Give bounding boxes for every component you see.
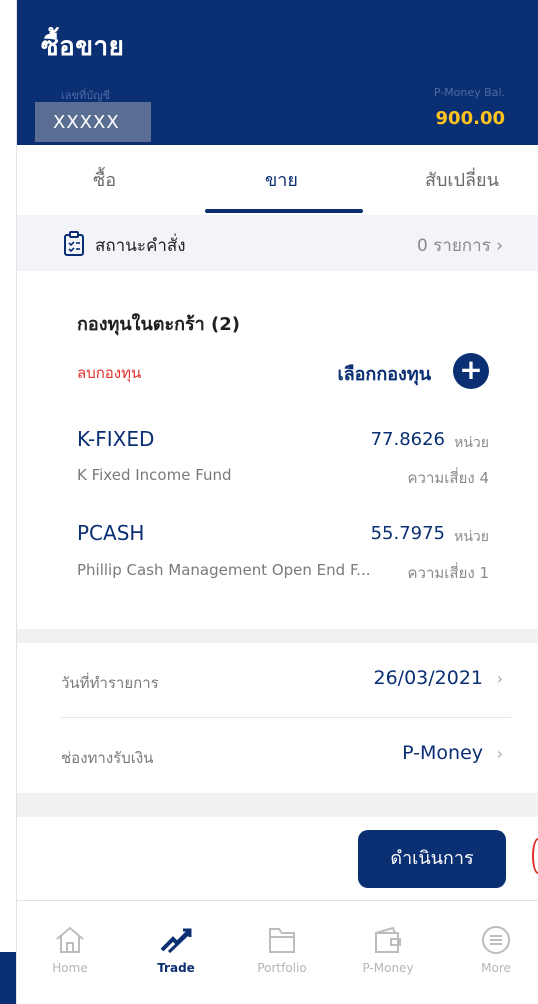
basket-title: กองทุนในตะกร้า (2)	[77, 314, 241, 335]
page-title: ซื้อขาย	[41, 32, 125, 62]
tabbar-label: Portfolio	[257, 961, 307, 975]
transaction-date-label: วันที่ทำรายการ	[61, 674, 159, 692]
bottom-tab-bar: Home Trade Portfolio P-Money More	[17, 900, 538, 1004]
fund-code[interactable]: PCASH	[77, 521, 144, 545]
trade-icon	[160, 928, 192, 954]
tabbar-item-pmoney[interactable]: P-Money	[353, 925, 423, 975]
section-divider	[17, 629, 538, 643]
folder-icon	[269, 928, 295, 953]
section-divider	[17, 793, 538, 817]
chevron-right-icon: ›	[496, 744, 503, 763]
fund-risk: ความเสี่ยง 4	[407, 469, 489, 487]
order-status-row[interactable]: สถานะคำสั่ง 0 รายการ ›	[17, 215, 538, 271]
payment-channel-label: ช่องทางรับเงิน	[61, 749, 154, 767]
trade-tabs: ซื้อ ขาย สับเปลี่ยน	[17, 145, 538, 215]
order-status-label: สถานะคำสั่ง	[95, 236, 186, 256]
proceed-button[interactable]: ดำเนินการ	[358, 830, 506, 888]
fund-units: 55.7975	[370, 523, 445, 544]
fund-risk: ความเสี่ยง 1	[407, 564, 489, 582]
payment-channel-row[interactable]: ช่องทางรับเงิน P-Money ›	[17, 718, 538, 792]
tab-sell[interactable]: ขาย	[265, 165, 298, 194]
tabbar-item-portfolio[interactable]: Portfolio	[247, 925, 317, 975]
fund-units: 77.8626	[370, 429, 445, 450]
chevron-right-icon: ›	[496, 669, 503, 688]
order-count-text: 0 รายการ	[416, 236, 491, 256]
transaction-date-value: 26/03/2021	[373, 667, 483, 689]
menu-circle-icon	[482, 926, 510, 954]
app-screen: ซื้อขาย เลขที่บัญชี XXXXX P-Money Bal. 9…	[16, 0, 538, 1004]
fund-unit-label: หน่วย	[454, 529, 489, 545]
fund-unit-label: หน่วย	[454, 435, 489, 451]
background-edge	[0, 952, 16, 1004]
tabbar-label: P-Money	[362, 961, 414, 975]
active-tab-indicator	[205, 209, 363, 213]
transaction-date-row[interactable]: วันที่ทำรายการ 26/03/2021 ›	[17, 643, 538, 717]
clipboard-list-icon	[64, 231, 84, 256]
balance-value: 900.00	[435, 108, 505, 129]
fund-name: K Fixed Income Fund	[77, 466, 232, 484]
fund-basket: กองทุนในตะกร้า (2) ลบกองทุน เลือกกองทุน …	[17, 271, 538, 629]
tabbar-label: Home	[52, 961, 88, 975]
select-fund-button[interactable]: เลือกกองทุน	[337, 359, 431, 388]
header: ซื้อขาย เลขที่บัญชี XXXXX P-Money Bal. 9…	[17, 0, 538, 145]
chevron-right-icon: ›	[496, 236, 503, 256]
tabbar-item-more[interactable]: More	[461, 925, 531, 975]
tab-switch[interactable]: สับเปลี่ยน	[425, 165, 499, 194]
plus-circle-icon[interactable]: +	[453, 353, 489, 389]
tabbar-item-trade[interactable]: Trade	[141, 925, 211, 975]
payment-channel-value: P-Money	[402, 742, 483, 764]
balance-label: P-Money Bal.	[433, 86, 505, 99]
tabbar-label: More	[481, 961, 511, 975]
account-number: XXXXX	[35, 102, 151, 142]
wallet-icon	[375, 926, 401, 953]
order-status-count: 0 รายการ ›	[417, 232, 503, 259]
home-icon	[56, 926, 84, 953]
fund-name: Phillip Cash Management Open End F...	[77, 561, 371, 579]
fund-code[interactable]: K-FIXED	[77, 427, 154, 451]
tabbar-item-home[interactable]: Home	[35, 925, 105, 975]
remove-fund-button[interactable]: ลบกองทุน	[77, 361, 141, 385]
tab-buy[interactable]: ซื้อ	[93, 165, 116, 194]
edge-marker	[532, 838, 538, 874]
tabbar-label: Trade	[157, 961, 195, 975]
